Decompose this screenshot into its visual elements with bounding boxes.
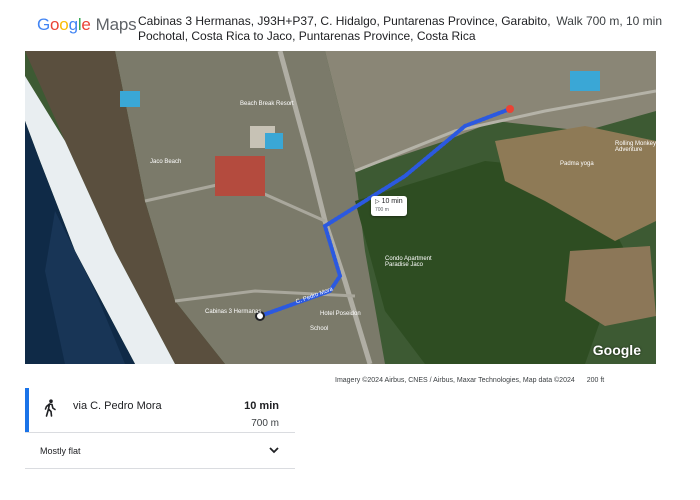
duration-badge-distance: 700 m bbox=[375, 207, 389, 213]
route-summary: Walk 700 m, 10 min bbox=[556, 14, 662, 28]
logo-maps-word: Maps bbox=[95, 15, 137, 34]
scale-label: 200 ft bbox=[586, 377, 605, 384]
duration-badge: ▷ 10 min 700 m bbox=[371, 196, 407, 216]
poi-label: Beach Break Resort bbox=[240, 101, 294, 107]
divider bbox=[25, 432, 295, 433]
route-title: Cabinas 3 Hermanas, J93H+P37, C. Hidalgo… bbox=[138, 14, 551, 43]
origin-label: Cabinas 3 Hermanas bbox=[205, 309, 262, 315]
attribution-text: Imagery ©2024 Airbus, CNES / Airbus, Max… bbox=[335, 377, 575, 384]
poi-label: Jaco Beach bbox=[150, 159, 182, 165]
map-canvas[interactable] bbox=[25, 51, 656, 364]
walking-person-icon bbox=[44, 399, 56, 417]
poi-label: School bbox=[310, 326, 329, 332]
google-watermark: Google bbox=[592, 342, 641, 358]
logo-letter: o bbox=[50, 15, 60, 34]
divider bbox=[25, 468, 295, 469]
poi-label: Hotel Poseidon bbox=[320, 311, 361, 317]
route-distance: 700 m bbox=[251, 418, 279, 429]
walk-icon: ▷ bbox=[375, 199, 380, 205]
route-via-label: via C. Pedro Mora bbox=[73, 400, 162, 412]
route-option-card[interactable]: via C. Pedro Mora 10 min 700 m bbox=[25, 388, 295, 432]
duration-badge-time: 10 min bbox=[381, 198, 403, 205]
poi-label: Rolling Monkey Adventure bbox=[615, 141, 656, 153]
google-maps-logo: Google Maps bbox=[37, 15, 137, 35]
poi-label: Padma yoga bbox=[560, 161, 594, 167]
logo-letter: e bbox=[81, 15, 91, 34]
satellite-map[interactable]: ▷ 10 min 700 m C. Pedro Mora Cabinas 3 H… bbox=[25, 51, 656, 364]
logo-letter: g bbox=[68, 15, 78, 34]
poi-label: Condo Apartment Paradise Jaco bbox=[385, 256, 432, 268]
logo-letter: o bbox=[59, 15, 69, 34]
terrain-info: Mostly flat bbox=[40, 446, 81, 456]
map-attribution: Imagery ©2024 Airbus, CNES / Airbus, Max… bbox=[335, 377, 604, 384]
chevron-down-icon[interactable] bbox=[268, 444, 280, 456]
logo-letter: G bbox=[37, 15, 51, 34]
route-time: 10 min bbox=[244, 400, 279, 412]
